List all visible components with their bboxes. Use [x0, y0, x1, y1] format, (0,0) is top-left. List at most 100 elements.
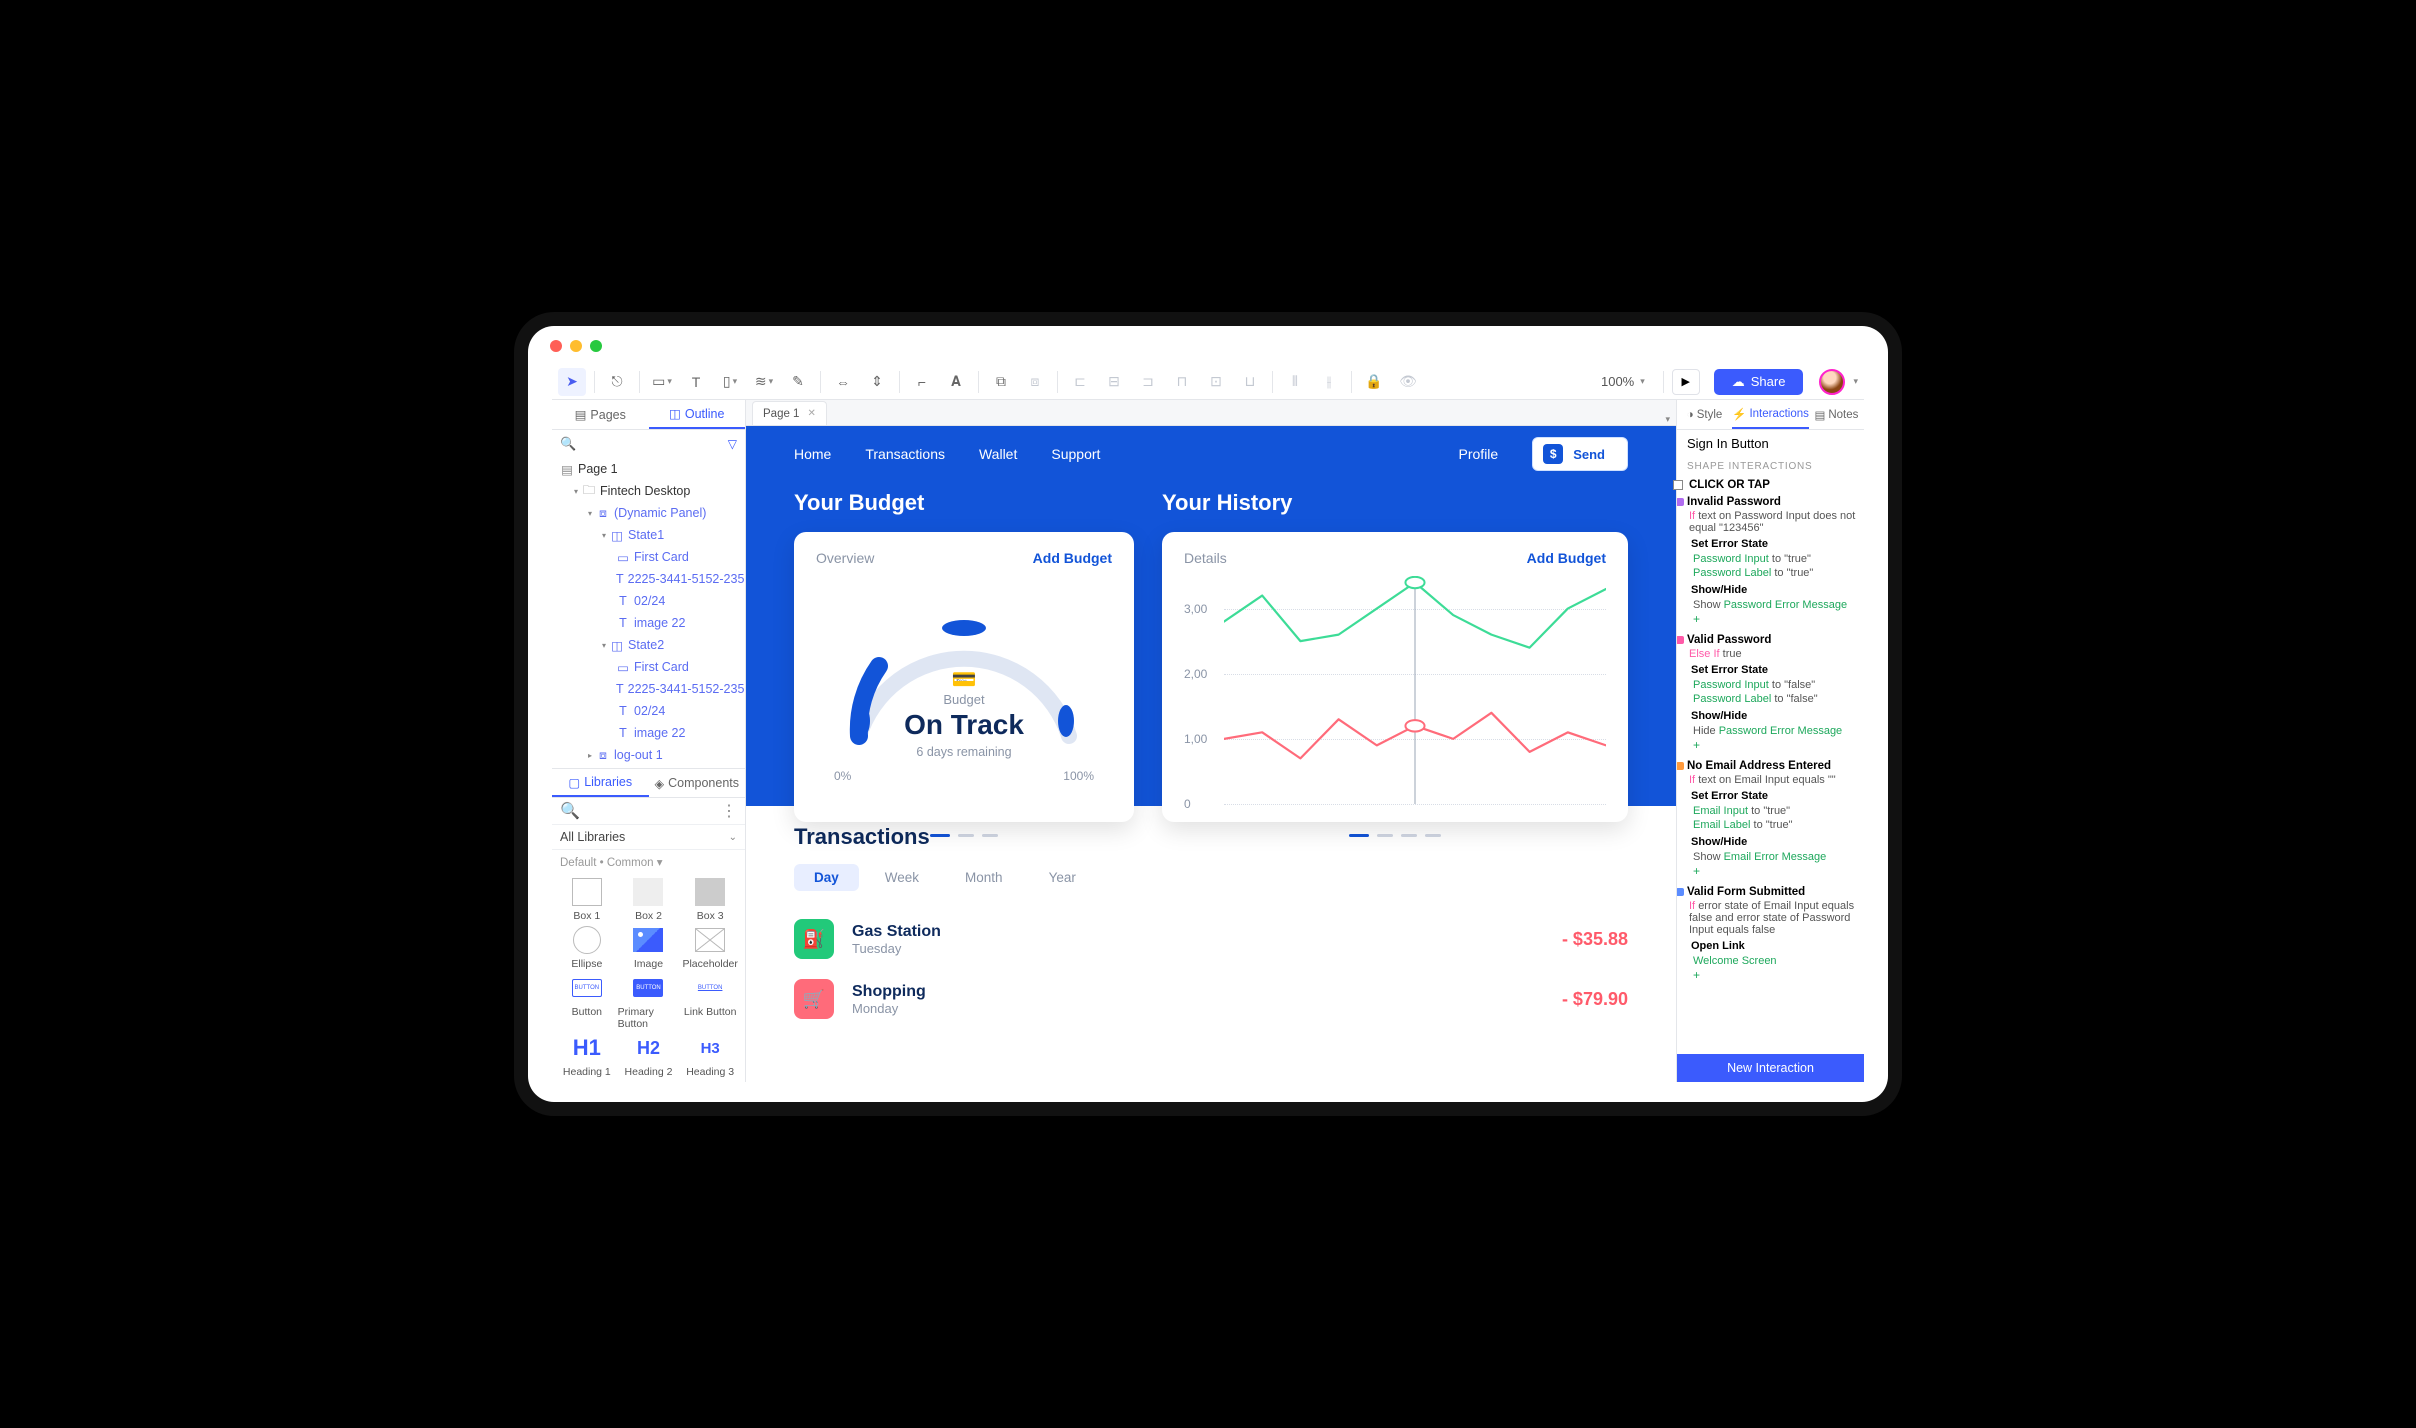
- history-add-link[interactable]: Add Budget: [1527, 550, 1606, 566]
- outline-cardnum-2[interactable]: T2225-3441-5152-2351: [552, 678, 745, 700]
- lib-primary-button[interactable]: BUTTONPrimary Button: [618, 974, 680, 1030]
- outline-dynamic-panel[interactable]: ▾⧈(Dynamic Panel): [552, 502, 745, 524]
- outline-search[interactable]: 🔍 ▽: [552, 430, 745, 458]
- close-tab-icon[interactable]: ✕: [807, 408, 815, 419]
- outline-logout[interactable]: ▸⧈log-out 1: [552, 744, 745, 766]
- outline-date-1[interactable]: T02/24: [552, 590, 745, 612]
- ix-case-title[interactable]: Valid Form Submitted: [1687, 884, 1858, 900]
- seg-month[interactable]: Month: [945, 864, 1023, 891]
- ix-action-head[interactable]: Show/Hide: [1687, 832, 1858, 850]
- zoom-control[interactable]: 100% ▾: [1591, 374, 1655, 389]
- ix-action-head[interactable]: Open Link: [1687, 936, 1858, 954]
- ix-action-head[interactable]: Set Error State: [1687, 660, 1858, 678]
- ix-action-line[interactable]: Password Label to "false": [1687, 692, 1858, 706]
- tab-libraries[interactable]: ▢ Libraries: [552, 769, 649, 797]
- ix-add-action[interactable]: +: [1687, 864, 1858, 878]
- more-icon[interactable]: ⋮: [721, 801, 737, 821]
- seg-day[interactable]: Day: [794, 864, 859, 891]
- minimize-window-icon[interactable]: [570, 340, 582, 352]
- doc-tab-page1[interactable]: Page 1✕: [752, 401, 827, 425]
- new-interaction-button[interactable]: New Interaction: [1677, 1054, 1864, 1082]
- ix-add-action[interactable]: +: [1687, 738, 1858, 752]
- outline-first-card-1[interactable]: ▭First Card: [552, 546, 745, 568]
- ix-action-line[interactable]: Show Email Error Message: [1687, 850, 1858, 864]
- ix-action-line[interactable]: Password Input to "true": [1687, 552, 1858, 566]
- ix-action-line[interactable]: Welcome Screen: [1687, 954, 1858, 968]
- lib-image[interactable]: Image: [618, 926, 680, 970]
- outline-folder-fintech[interactable]: ▾🗀Fintech Desktop: [552, 480, 745, 502]
- lib-box1[interactable]: Box 1: [556, 878, 618, 922]
- text-tool-icon[interactable]: T: [682, 368, 710, 396]
- lib-placeholder[interactable]: Placeholder: [679, 926, 741, 970]
- ix-action-head[interactable]: Show/Hide: [1687, 706, 1858, 724]
- connector-tool-icon[interactable]: ⎋: [603, 368, 631, 396]
- ix-case-title[interactable]: No Email Address Entered: [1687, 758, 1858, 774]
- lib-box3[interactable]: Box 3: [679, 878, 741, 922]
- tab-style[interactable]: ◑ Style: [1677, 400, 1732, 429]
- ix-action-head[interactable]: Set Error State: [1687, 786, 1858, 804]
- ix-action-line[interactable]: Show Password Error Message: [1687, 598, 1858, 612]
- nav-support[interactable]: Support: [1051, 446, 1100, 462]
- lib-h1[interactable]: H1Heading 1: [556, 1034, 618, 1078]
- preview-button[interactable]: ▶: [1672, 369, 1700, 395]
- ix-case-title[interactable]: Invalid Password: [1687, 494, 1858, 510]
- nav-transactions[interactable]: Transactions: [865, 446, 945, 462]
- distribute-h-icon[interactable]: ⇔: [829, 368, 857, 396]
- library-subheader[interactable]: Default • Common ▾: [552, 850, 745, 874]
- seg-year[interactable]: Year: [1029, 864, 1096, 891]
- share-button[interactable]: ☁ Share: [1714, 369, 1804, 395]
- outline-cardnum-1[interactable]: T2225-3441-5152-2351: [552, 568, 745, 590]
- lib-ellipse[interactable]: Ellipse: [556, 926, 618, 970]
- nav-wallet[interactable]: Wallet: [979, 446, 1017, 462]
- tab-notes[interactable]: ▤ Notes: [1809, 400, 1864, 429]
- close-window-icon[interactable]: [550, 340, 562, 352]
- tab-pages[interactable]: ▤ Pages: [552, 400, 649, 429]
- seg-week[interactable]: Week: [865, 864, 939, 891]
- tab-components[interactable]: ◈ Components: [649, 769, 746, 797]
- text-style-icon[interactable]: 𝐀: [942, 368, 970, 396]
- user-menu-chevron-icon[interactable]: ▾: [1853, 376, 1858, 387]
- outline-page[interactable]: ▤Page 1: [552, 458, 745, 480]
- event-click-or-tap[interactable]: Click or Tap: [1677, 476, 1864, 494]
- outline-date-2[interactable]: T02/24: [552, 700, 745, 722]
- ix-condition[interactable]: If text on Email Input equals "": [1687, 774, 1858, 786]
- tab-outline[interactable]: ◫ Outline: [649, 400, 746, 429]
- lib-button[interactable]: BUTTONButton: [556, 974, 618, 1030]
- tab-interactions[interactable]: ⚡ Interactions: [1732, 400, 1809, 429]
- tx-row-gas[interactable]: ⛽ Gas Station Tuesday - $35.88: [794, 909, 1628, 969]
- send-button[interactable]: $ Send: [1532, 437, 1628, 471]
- ix-action-line[interactable]: Email Input to "true": [1687, 804, 1858, 818]
- pen-tool-icon[interactable]: ✎: [784, 368, 812, 396]
- libraries-search[interactable]: 🔍⋮: [552, 798, 745, 824]
- ix-case-title[interactable]: Valid Password: [1687, 632, 1858, 648]
- library-selector[interactable]: All Libraries⌄: [552, 824, 745, 850]
- outline-state1[interactable]: ▾◫State1: [552, 524, 745, 546]
- lib-h2[interactable]: H2Heading 2: [618, 1034, 680, 1078]
- filter-icon[interactable]: ▽: [728, 437, 737, 451]
- outline-first-card-2[interactable]: ▭First Card: [552, 656, 745, 678]
- outline-state2[interactable]: ▾◫State2: [552, 634, 745, 656]
- ix-action-line[interactable]: Email Label to "true": [1687, 818, 1858, 832]
- maximize-window-icon[interactable]: [590, 340, 602, 352]
- stack-tool-icon[interactable]: ≋▾: [750, 368, 778, 396]
- group-icon[interactable]: ⧉: [987, 368, 1015, 396]
- canvas[interactable]: Home Transactions Wallet Support Profile…: [746, 426, 1676, 1082]
- select-tool-icon[interactable]: ➤: [558, 368, 586, 396]
- lib-h3[interactable]: H3Heading 3: [679, 1034, 741, 1078]
- add-budget-link[interactable]: Add Budget: [1033, 550, 1112, 566]
- ix-add-action[interactable]: +: [1687, 968, 1858, 982]
- lib-box2[interactable]: Box 2: [618, 878, 680, 922]
- ix-action-head[interactable]: Show/Hide: [1687, 580, 1858, 598]
- lib-link-button[interactable]: BUTTONLink Button: [679, 974, 741, 1030]
- ix-add-action[interactable]: +: [1687, 612, 1858, 626]
- ix-action-line[interactable]: Password Label to "true": [1687, 566, 1858, 580]
- distribute-v-icon[interactable]: ⇕: [863, 368, 891, 396]
- tx-row-shopping[interactable]: 🛒 Shopping Monday - $79.90: [794, 969, 1628, 1029]
- outline-image-1[interactable]: Timage 22: [552, 612, 745, 634]
- history-dots[interactable]: [1162, 834, 1628, 837]
- nav-home[interactable]: Home: [794, 446, 831, 462]
- ix-action-line[interactable]: Hide Password Error Message: [1687, 724, 1858, 738]
- collapse-canvas-icon[interactable]: ▾: [1665, 414, 1670, 425]
- user-avatar[interactable]: [1819, 369, 1845, 395]
- ix-action-line[interactable]: Password Input to "false": [1687, 678, 1858, 692]
